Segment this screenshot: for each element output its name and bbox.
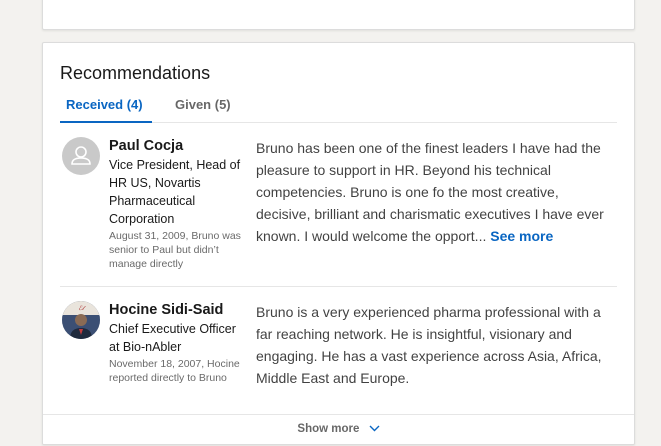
show-more-button[interactable]: Show more — [43, 414, 634, 444]
chevron-down-icon — [369, 415, 380, 443]
recommendation-body: Bruno is a very experienced pharma profe… — [256, 304, 602, 386]
recommender-name[interactable]: Paul Cocja — [109, 137, 244, 155]
tab-received[interactable]: Received (4) — [60, 91, 152, 123]
recommender-name[interactable]: Hocine Sidi-Said — [109, 301, 244, 319]
ghost-person-icon[interactable] — [62, 137, 100, 175]
recommender-info: Paul Cocja Vice President, Head of HR US… — [109, 137, 244, 271]
see-more-link[interactable]: See more — [490, 228, 553, 244]
recommendation-text: Bruno is a very experienced pharma profe… — [256, 301, 614, 389]
recommendation-tabs: Received (4) Given (5) — [60, 91, 617, 123]
recommendation-text: Bruno has been one of the finest leaders… — [256, 137, 614, 247]
previous-section-card — [42, 0, 635, 30]
recommendation-meta: August 31, 2009, Bruno was senior to Pau… — [109, 230, 241, 270]
profile-photo[interactable]: ℰ𝓁 — [62, 301, 100, 339]
recommendation-item: ℰ𝓁 Hocine Sidi-Said Chief Executive Offi… — [60, 301, 617, 421]
recommender-info: Hocine Sidi-Said Chief Executive Officer… — [109, 301, 244, 385]
recommender-title: Chief Executive Officer at Bio-nAbler — [109, 322, 236, 354]
show-more-label: Show more — [297, 423, 360, 436]
recommendation-item: Paul Cocja Vice President, Head of HR US… — [60, 137, 617, 287]
section-title: Recommendations — [60, 63, 211, 83]
recommendations-card: Recommendations Received (4) Given (5) P… — [42, 42, 635, 445]
tab-given[interactable]: Given (5) — [175, 91, 231, 123]
recommender-title: Vice President, Head of HR US, Novartis … — [109, 158, 241, 226]
recommendation-meta: November 18, 2007, Hocine reported direc… — [109, 358, 240, 384]
